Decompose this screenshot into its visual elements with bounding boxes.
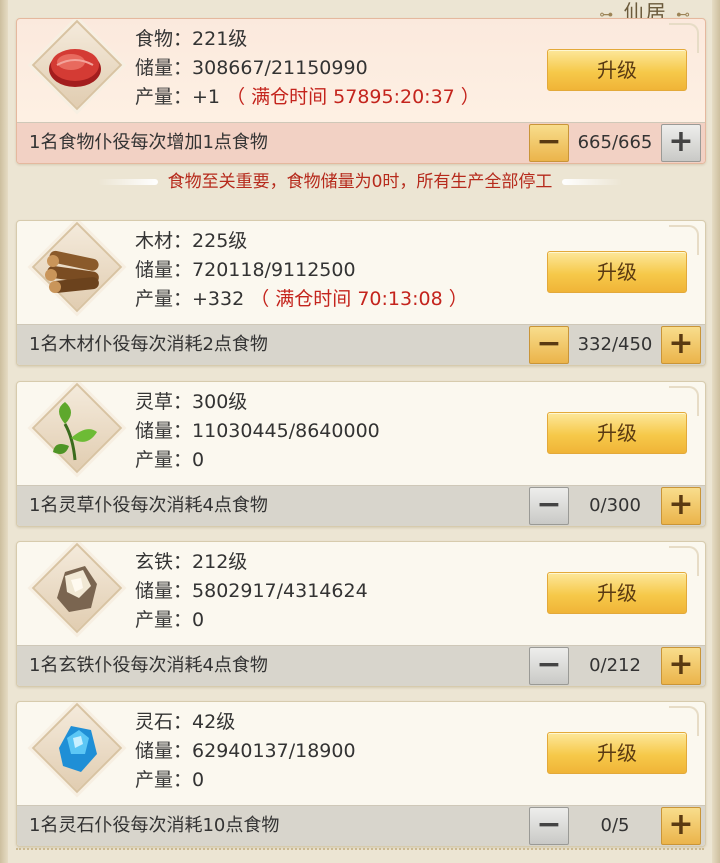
resource-info: 玄铁：212级 储量：5802917/4314624 产量：0	[135, 551, 368, 631]
app-frame: ⊶ 仙居 ⊷ 食物：221级 储量：308667/21150990 产量：+1 …	[0, 0, 720, 863]
upgrade-button-iron[interactable]: 升级	[547, 572, 687, 614]
resource-card-iron: 玄铁：212级 储量：5802917/4314624 产量：0 升级 1名玄铁仆…	[16, 541, 706, 687]
iron-ore-icon	[31, 542, 123, 634]
worker-bar: 1名玄铁仆役每次消耗4点食物 − 0/212 +	[17, 645, 705, 686]
wood-logs-icon	[31, 221, 123, 313]
resource-info: 木材：225级 储量：720118/9112500 产量：+332 （ 满仓时间…	[135, 230, 468, 310]
resource-card-herb: 灵草：300级 储量：11030445/8640000 产量：0 升级 1名灵草…	[16, 381, 706, 527]
bottom-divider	[16, 848, 704, 860]
worker-count: 0/5	[600, 815, 630, 836]
plus-button-iron[interactable]: +	[661, 647, 701, 685]
worker-bar: 1名木材仆役每次消耗2点食物 − 332/450 +	[17, 324, 705, 365]
resource-card-spirit-stone: 灵石：42级 储量：62940137/18900 产量：0 升级 1名灵石仆役每…	[16, 701, 706, 847]
upgrade-button-spirit-stone[interactable]: 升级	[547, 732, 687, 774]
minus-button-spirit-stone[interactable]: −	[529, 807, 569, 845]
resource-info: 灵石：42级 储量：62940137/18900 产量：0	[135, 711, 356, 791]
resource-info: 食物：221级 储量：308667/21150990 产量：+1 （ 满仓时间 …	[135, 28, 480, 108]
upgrade-button-food[interactable]: 升级	[547, 49, 687, 91]
plus-button-food[interactable]: +	[661, 124, 701, 162]
minus-button-iron[interactable]: −	[529, 647, 569, 685]
worker-description: 1名灵草仆役每次消耗4点食物	[29, 495, 268, 516]
worker-count: 0/212	[589, 655, 641, 676]
upgrade-button-wood[interactable]: 升级	[547, 251, 687, 293]
worker-description: 1名木材仆役每次消耗2点食物	[29, 334, 268, 355]
plus-button-herb[interactable]: +	[661, 487, 701, 525]
worker-description: 1名玄铁仆役每次消耗4点食物	[29, 655, 268, 676]
minus-button-wood[interactable]: −	[529, 326, 569, 364]
spirit-crystal-icon	[31, 702, 123, 794]
full-time: （ 满仓时间 70:13:08 ）	[250, 288, 468, 310]
full-time: （ 满仓时间 57895:20:37 ）	[226, 86, 480, 108]
worker-count: 332/450	[577, 334, 653, 355]
minus-button-herb[interactable]: −	[529, 487, 569, 525]
plus-button-wood[interactable]: +	[661, 326, 701, 364]
resource-card-wood: 木材：225级 储量：720118/9112500 产量：+332 （ 满仓时间…	[16, 220, 706, 366]
worker-description: 1名食物仆役每次增加1点食物	[29, 132, 268, 153]
worker-bar: 1名灵石仆役每次消耗10点食物 − 0/5 +	[17, 805, 705, 846]
meat-icon	[31, 19, 123, 111]
worker-bar: 1名灵草仆役每次消耗4点食物 − 0/300 +	[17, 485, 705, 526]
plus-button-spirit-stone[interactable]: +	[661, 807, 701, 845]
herb-leaf-icon	[31, 382, 123, 474]
worker-count: 665/665	[577, 132, 653, 153]
resource-card-food: 食物：221级 储量：308667/21150990 产量：+1 （ 满仓时间 …	[16, 18, 706, 164]
upgrade-button-herb[interactable]: 升级	[547, 412, 687, 454]
food-notice: 食物至关重要，食物储量为0时，所有生产全部停工	[16, 162, 704, 202]
worker-bar: 1名食物仆役每次增加1点食物 − 665/665 +	[17, 122, 705, 163]
worker-description: 1名灵石仆役每次消耗10点食物	[29, 815, 280, 836]
worker-count: 0/300	[589, 495, 641, 516]
minus-button-food[interactable]: −	[529, 124, 569, 162]
resource-info: 灵草：300级 储量：11030445/8640000 产量：0	[135, 391, 380, 471]
